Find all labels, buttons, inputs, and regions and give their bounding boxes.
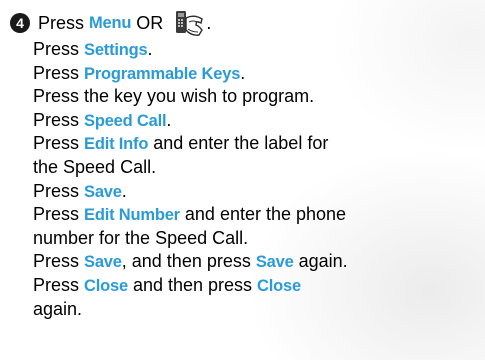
keyword-save: Save [84,253,122,272]
menu-keyword: Menu [89,13,132,32]
instruction-text: Press [33,109,85,130]
instruction-text: the Speed Call. [33,156,157,177]
instruction-line: Press the key you wish to program. [33,85,348,109]
instruction-text: and then press [127,274,258,295]
instruction-text: number for the Speed Call. [33,227,249,248]
instruction-text: Press [33,204,85,225]
instruction-text: again. [293,251,348,272]
step-header: 4 Press Menu OR . [10,8,211,38]
instruction-line: the Speed Call. [33,156,348,180]
instruction-text: and enter the phone [179,204,347,225]
instruction-text: . [121,180,127,201]
phone-handset-icon [176,11,204,36]
keyword-speed-call: Speed Call [84,111,167,130]
instruction-text: Press [33,62,85,83]
keyword-save: Save [255,253,294,272]
instruction-text: . [166,109,172,130]
instruction-document: 4 Press Menu OR . Press Settings. Press P… [0,0,485,360]
instruction-text: Press the key you wish to program. [33,86,315,107]
instruction-text: . [240,62,246,83]
instruction-lines: Press Settings. Press Programmable Keys. P… [33,38,348,321]
instruction-text: Press [33,180,85,201]
keyword-edit-number: Edit Number [84,206,180,225]
instruction-line: Press Edit Info and enter the label for [33,132,348,156]
instruction-line: Press Save. [33,180,348,204]
instruction-text: Press [33,39,85,59]
or-text: OR [131,12,169,33]
keyword-settings: Settings [84,41,148,59]
instruction-line: Press Speed Call. [33,109,348,133]
instruction-text: , and then press [121,251,256,272]
instruction-text: Press [33,251,85,272]
instruction-text: Press [33,274,85,295]
keyword-close: Close [257,276,301,295]
instruction-line: Press Edit Number and enter the phone [33,203,348,227]
instruction-text: again. [33,298,83,319]
step-number-badge: 4 [10,13,30,33]
instruction-line: Press Settings. [33,38,348,62]
period-text: . [206,12,212,33]
keyword-programmable-keys: Programmable Keys [84,64,241,83]
instruction-line: Press Save, and then press Save again. [33,250,348,274]
instruction-text: Press [33,133,85,154]
instruction-line: number for the Speed Call. [33,227,348,251]
press-text: Press [38,12,90,33]
instruction-text: . [147,39,153,59]
instruction-text: and enter the label for [148,133,329,154]
instruction-line: again. [33,298,348,322]
instruction-line: Press Programmable Keys. [33,62,348,86]
keyword-save: Save [84,182,122,201]
keyword-edit-info: Edit Info [84,135,149,154]
instruction-line: Press Close and then press Close [33,274,348,298]
keyword-close: Close [84,276,128,295]
